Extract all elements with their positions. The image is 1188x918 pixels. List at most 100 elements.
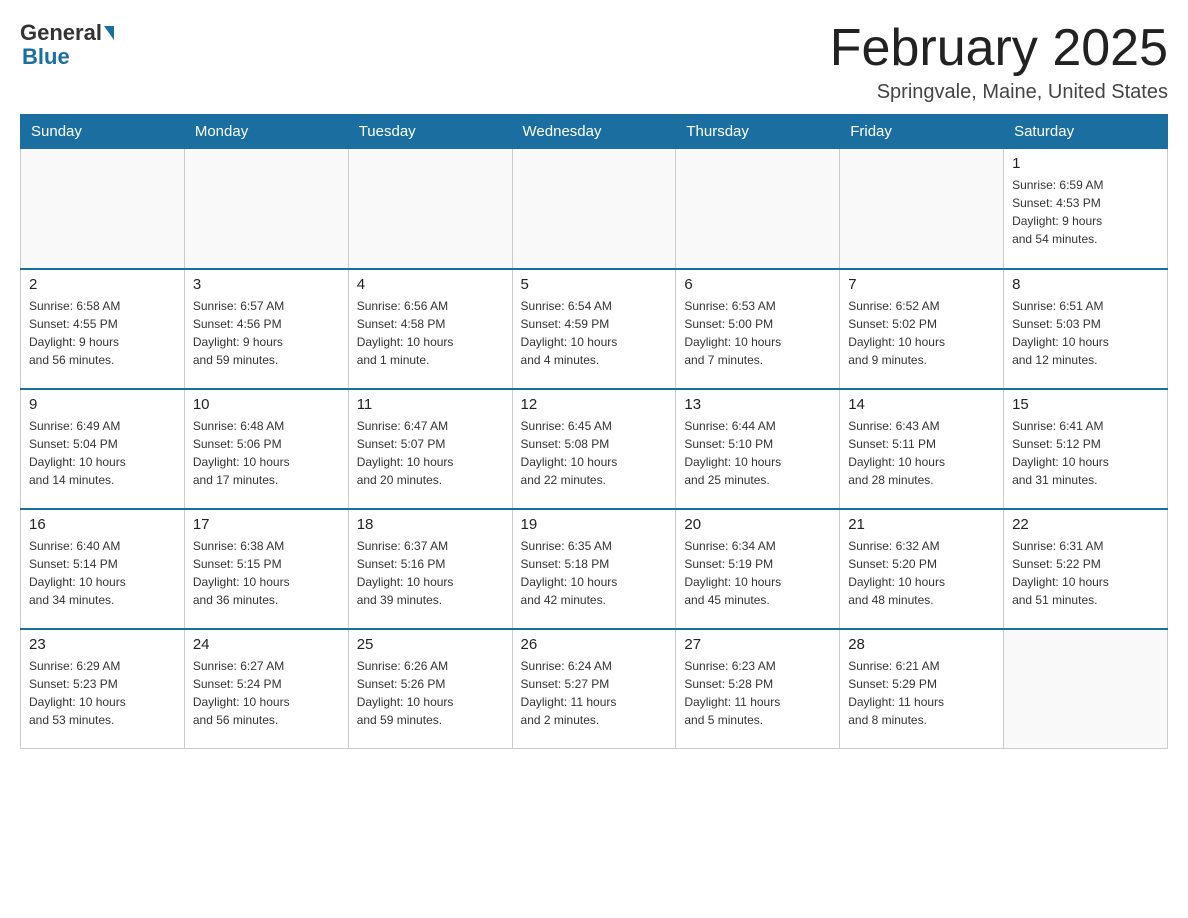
day-number: 17: [193, 516, 340, 533]
month-title: February 2025: [830, 20, 1168, 77]
day-info: Sunrise: 6:52 AMSunset: 5:02 PMDaylight:…: [848, 297, 995, 369]
calendar-header-thursday: Thursday: [676, 115, 840, 149]
calendar-cell: 13Sunrise: 6:44 AMSunset: 5:10 PMDayligh…: [676, 389, 840, 509]
day-info: Sunrise: 6:34 AMSunset: 5:19 PMDaylight:…: [684, 537, 831, 609]
day-info: Sunrise: 6:49 AMSunset: 5:04 PMDaylight:…: [29, 417, 176, 489]
day-info: Sunrise: 6:24 AMSunset: 5:27 PMDaylight:…: [521, 657, 668, 729]
day-info: Sunrise: 6:38 AMSunset: 5:15 PMDaylight:…: [193, 537, 340, 609]
day-number: 8: [1012, 276, 1159, 293]
day-number: 20: [684, 516, 831, 533]
day-number: 13: [684, 396, 831, 413]
logo-blue-text: Blue: [22, 44, 70, 70]
day-number: 9: [29, 396, 176, 413]
calendar-cell: 6 Sunrise: 6:53 AMSunset: 5:00 PMDaylight…: [676, 269, 840, 389]
day-number: 10: [193, 396, 340, 413]
calendar-header-tuesday: Tuesday: [348, 115, 512, 149]
title-block: February 2025 Springvale, Maine, United …: [830, 20, 1168, 104]
calendar-cell: [840, 149, 1004, 269]
calendar-cell: 10 Sunrise: 6:48 AMSunset: 5:06 PMDayligh…: [184, 389, 348, 509]
day-number: 4: [357, 276, 504, 293]
day-info: Sunrise: 6:32 AMSunset: 5:20 PMDaylight:…: [848, 537, 995, 609]
day-info: Sunrise: 6:40 AMSunset: 5:14 PMDaylight:…: [29, 537, 176, 609]
day-number: 1: [1012, 155, 1159, 172]
calendar-cell: 20 Sunrise: 6:34 AMSunset: 5:19 PMDayligh…: [676, 509, 840, 629]
day-info: Sunrise: 6:23 AMSunset: 5:28 PMDaylight:…: [684, 657, 831, 729]
day-number: 24: [193, 636, 340, 653]
calendar-week-row-3: 9 Sunrise: 6:49 AMSunset: 5:04 PMDaylight…: [21, 389, 1168, 509]
day-number: 25: [357, 636, 504, 653]
calendar-cell: 25 Sunrise: 6:26 AMSunset: 5:26 PMDayligh…: [348, 629, 512, 749]
day-info: Sunrise: 6:45 AMSunset: 5:08 PMDaylight:…: [521, 417, 668, 489]
day-number: 14: [848, 396, 995, 413]
calendar-cell: 16 Sunrise: 6:40 AMSunset: 5:14 PMDayligh…: [21, 509, 185, 629]
calendar-cell: [512, 149, 676, 269]
calendar-cell: [348, 149, 512, 269]
calendar-header-wednesday: Wednesday: [512, 115, 676, 149]
day-number: 19: [521, 516, 668, 533]
logo: General Blue: [20, 20, 116, 70]
day-info: Sunrise: 6:59 AMSunset: 4:53 PMDaylight:…: [1012, 176, 1159, 248]
day-info: Sunrise: 6:48 AMSunset: 5:06 PMDaylight:…: [193, 417, 340, 489]
calendar-week-row-2: 2Sunrise: 6:58 AMSunset: 4:55 PMDaylight…: [21, 269, 1168, 389]
calendar-week-row-5: 23Sunrise: 6:29 AMSunset: 5:23 PMDayligh…: [21, 629, 1168, 749]
day-info: Sunrise: 6:31 AMSunset: 5:22 PMDaylight:…: [1012, 537, 1159, 609]
calendar-cell: 5 Sunrise: 6:54 AMSunset: 4:59 PMDaylight…: [512, 269, 676, 389]
day-number: 23: [29, 636, 176, 653]
calendar-cell: 7 Sunrise: 6:52 AMSunset: 5:02 PMDaylight…: [840, 269, 1004, 389]
calendar-cell: 11 Sunrise: 6:47 AMSunset: 5:07 PMDayligh…: [348, 389, 512, 509]
calendar-cell: 22 Sunrise: 6:31 AMSunset: 5:22 PMDayligh…: [1004, 509, 1168, 629]
calendar-header-saturday: Saturday: [1004, 115, 1168, 149]
calendar-table: SundayMondayTuesdayWednesdayThursdayFrid…: [20, 114, 1168, 749]
day-number: 6: [684, 276, 831, 293]
calendar-cell: 21Sunrise: 6:32 AMSunset: 5:20 PMDayligh…: [840, 509, 1004, 629]
calendar-cell: 2Sunrise: 6:58 AMSunset: 4:55 PMDaylight…: [21, 269, 185, 389]
calendar-cell: [184, 149, 348, 269]
calendar-cell: 1 Sunrise: 6:59 AMSunset: 4:53 PMDaylight…: [1004, 149, 1168, 269]
day-number: 26: [521, 636, 668, 653]
logo-arrow-icon: [104, 26, 114, 40]
calendar-cell: [21, 149, 185, 269]
day-info: Sunrise: 6:43 AMSunset: 5:11 PMDaylight:…: [848, 417, 995, 489]
calendar-cell: [1004, 629, 1168, 749]
calendar-cell: 19 Sunrise: 6:35 AMSunset: 5:18 PMDayligh…: [512, 509, 676, 629]
day-number: 3: [193, 276, 340, 293]
calendar-cell: 8 Sunrise: 6:51 AMSunset: 5:03 PMDaylight…: [1004, 269, 1168, 389]
day-number: 12: [521, 396, 668, 413]
day-number: 22: [1012, 516, 1159, 533]
day-number: 27: [684, 636, 831, 653]
day-number: 15: [1012, 396, 1159, 413]
calendar-cell: 18Sunrise: 6:37 AMSunset: 5:16 PMDayligh…: [348, 509, 512, 629]
calendar-cell: 9 Sunrise: 6:49 AMSunset: 5:04 PMDaylight…: [21, 389, 185, 509]
day-number: 5: [521, 276, 668, 293]
day-number: 7: [848, 276, 995, 293]
calendar-cell: 28 Sunrise: 6:21 AMSunset: 5:29 PMDayligh…: [840, 629, 1004, 749]
day-number: 2: [29, 276, 176, 293]
calendar-header-friday: Friday: [840, 115, 1004, 149]
location-text: Springvale, Maine, United States: [830, 81, 1168, 104]
calendar-cell: 23Sunrise: 6:29 AMSunset: 5:23 PMDayligh…: [21, 629, 185, 749]
day-info: Sunrise: 6:26 AMSunset: 5:26 PMDaylight:…: [357, 657, 504, 729]
day-info: Sunrise: 6:53 AMSunset: 5:00 PMDaylight:…: [684, 297, 831, 369]
day-info: Sunrise: 6:51 AMSunset: 5:03 PMDaylight:…: [1012, 297, 1159, 369]
day-info: Sunrise: 6:47 AMSunset: 5:07 PMDaylight:…: [357, 417, 504, 489]
day-info: Sunrise: 6:35 AMSunset: 5:18 PMDaylight:…: [521, 537, 668, 609]
calendar-cell: 4 Sunrise: 6:56 AMSunset: 4:58 PMDaylight…: [348, 269, 512, 389]
day-number: 28: [848, 636, 995, 653]
calendar-week-row-1: 1 Sunrise: 6:59 AMSunset: 4:53 PMDaylight…: [21, 149, 1168, 269]
day-info: Sunrise: 6:57 AMSunset: 4:56 PMDaylight:…: [193, 297, 340, 369]
day-info: Sunrise: 6:37 AMSunset: 5:16 PMDaylight:…: [357, 537, 504, 609]
day-info: Sunrise: 6:56 AMSunset: 4:58 PMDaylight:…: [357, 297, 504, 369]
day-number: 16: [29, 516, 176, 533]
calendar-header-row: SundayMondayTuesdayWednesdayThursdayFrid…: [21, 115, 1168, 149]
day-info: Sunrise: 6:54 AMSunset: 4:59 PMDaylight:…: [521, 297, 668, 369]
calendar-cell: [676, 149, 840, 269]
calendar-cell: 24Sunrise: 6:27 AMSunset: 5:24 PMDayligh…: [184, 629, 348, 749]
calendar-cell: 3 Sunrise: 6:57 AMSunset: 4:56 PMDaylight…: [184, 269, 348, 389]
calendar-cell: 15Sunrise: 6:41 AMSunset: 5:12 PMDayligh…: [1004, 389, 1168, 509]
calendar-cell: 26 Sunrise: 6:24 AMSunset: 5:27 PMDayligh…: [512, 629, 676, 749]
calendar-header-sunday: Sunday: [21, 115, 185, 149]
day-number: 11: [357, 396, 504, 413]
calendar-cell: 14 Sunrise: 6:43 AMSunset: 5:11 PMDayligh…: [840, 389, 1004, 509]
calendar-cell: 27 Sunrise: 6:23 AMSunset: 5:28 PMDayligh…: [676, 629, 840, 749]
day-info: Sunrise: 6:21 AMSunset: 5:29 PMDaylight:…: [848, 657, 995, 729]
